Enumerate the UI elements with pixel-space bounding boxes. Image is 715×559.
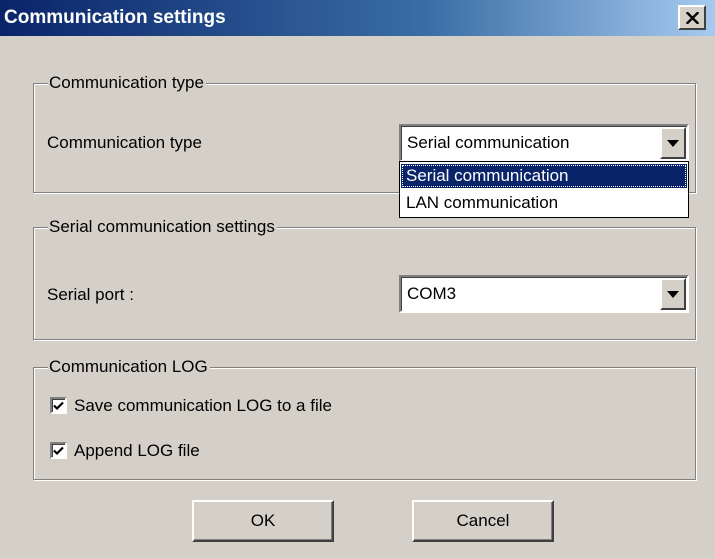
- chevron-down-icon: [667, 290, 679, 298]
- communication-type-label: Communication type: [47, 133, 202, 152]
- cancel-button[interactable]: Cancel: [412, 500, 554, 542]
- serial-port-select[interactable]: COM3: [399, 275, 689, 313]
- window-title: Communication settings: [4, 7, 226, 28]
- append-log-checkbox[interactable]: [50, 442, 67, 459]
- append-log-label[interactable]: Append LOG file: [74, 441, 200, 461]
- serial-port-dropdown-button[interactable]: [660, 278, 686, 310]
- checkmark-icon: [53, 446, 64, 455]
- save-log-checkbox[interactable]: [50, 397, 67, 414]
- save-log-label[interactable]: Save communication LOG to a file: [74, 396, 332, 416]
- dropdown-option-serial[interactable]: Serial communication: [401, 164, 687, 188]
- serial-settings-group-legend: Serial communication settings: [48, 217, 277, 237]
- communication-type-dropdown-list: Serial communication LAN communication: [399, 161, 689, 218]
- serial-port-label: Serial port :: [47, 285, 134, 304]
- serial-port-value: COM3: [407, 284, 457, 303]
- close-button[interactable]: [678, 5, 706, 30]
- title-bar[interactable]: Communication settings: [0, 0, 715, 36]
- communication-type-dropdown-button[interactable]: [660, 127, 686, 159]
- communication-settings-dialog: Communication settings Communication typ…: [0, 0, 715, 559]
- communication-type-group-legend: Communication type: [48, 73, 206, 93]
- communication-log-group: Communication LOG: [33, 357, 696, 480]
- communication-type-value: Serial communication: [407, 133, 570, 152]
- ok-button[interactable]: OK: [192, 500, 334, 542]
- dropdown-option-lan[interactable]: LAN communication: [401, 191, 687, 215]
- communication-log-group-legend: Communication LOG: [48, 357, 210, 377]
- close-icon: [685, 11, 699, 24]
- communication-type-select[interactable]: Serial communication: [399, 124, 689, 162]
- checkmark-icon: [53, 401, 64, 410]
- chevron-down-icon: [667, 139, 679, 147]
